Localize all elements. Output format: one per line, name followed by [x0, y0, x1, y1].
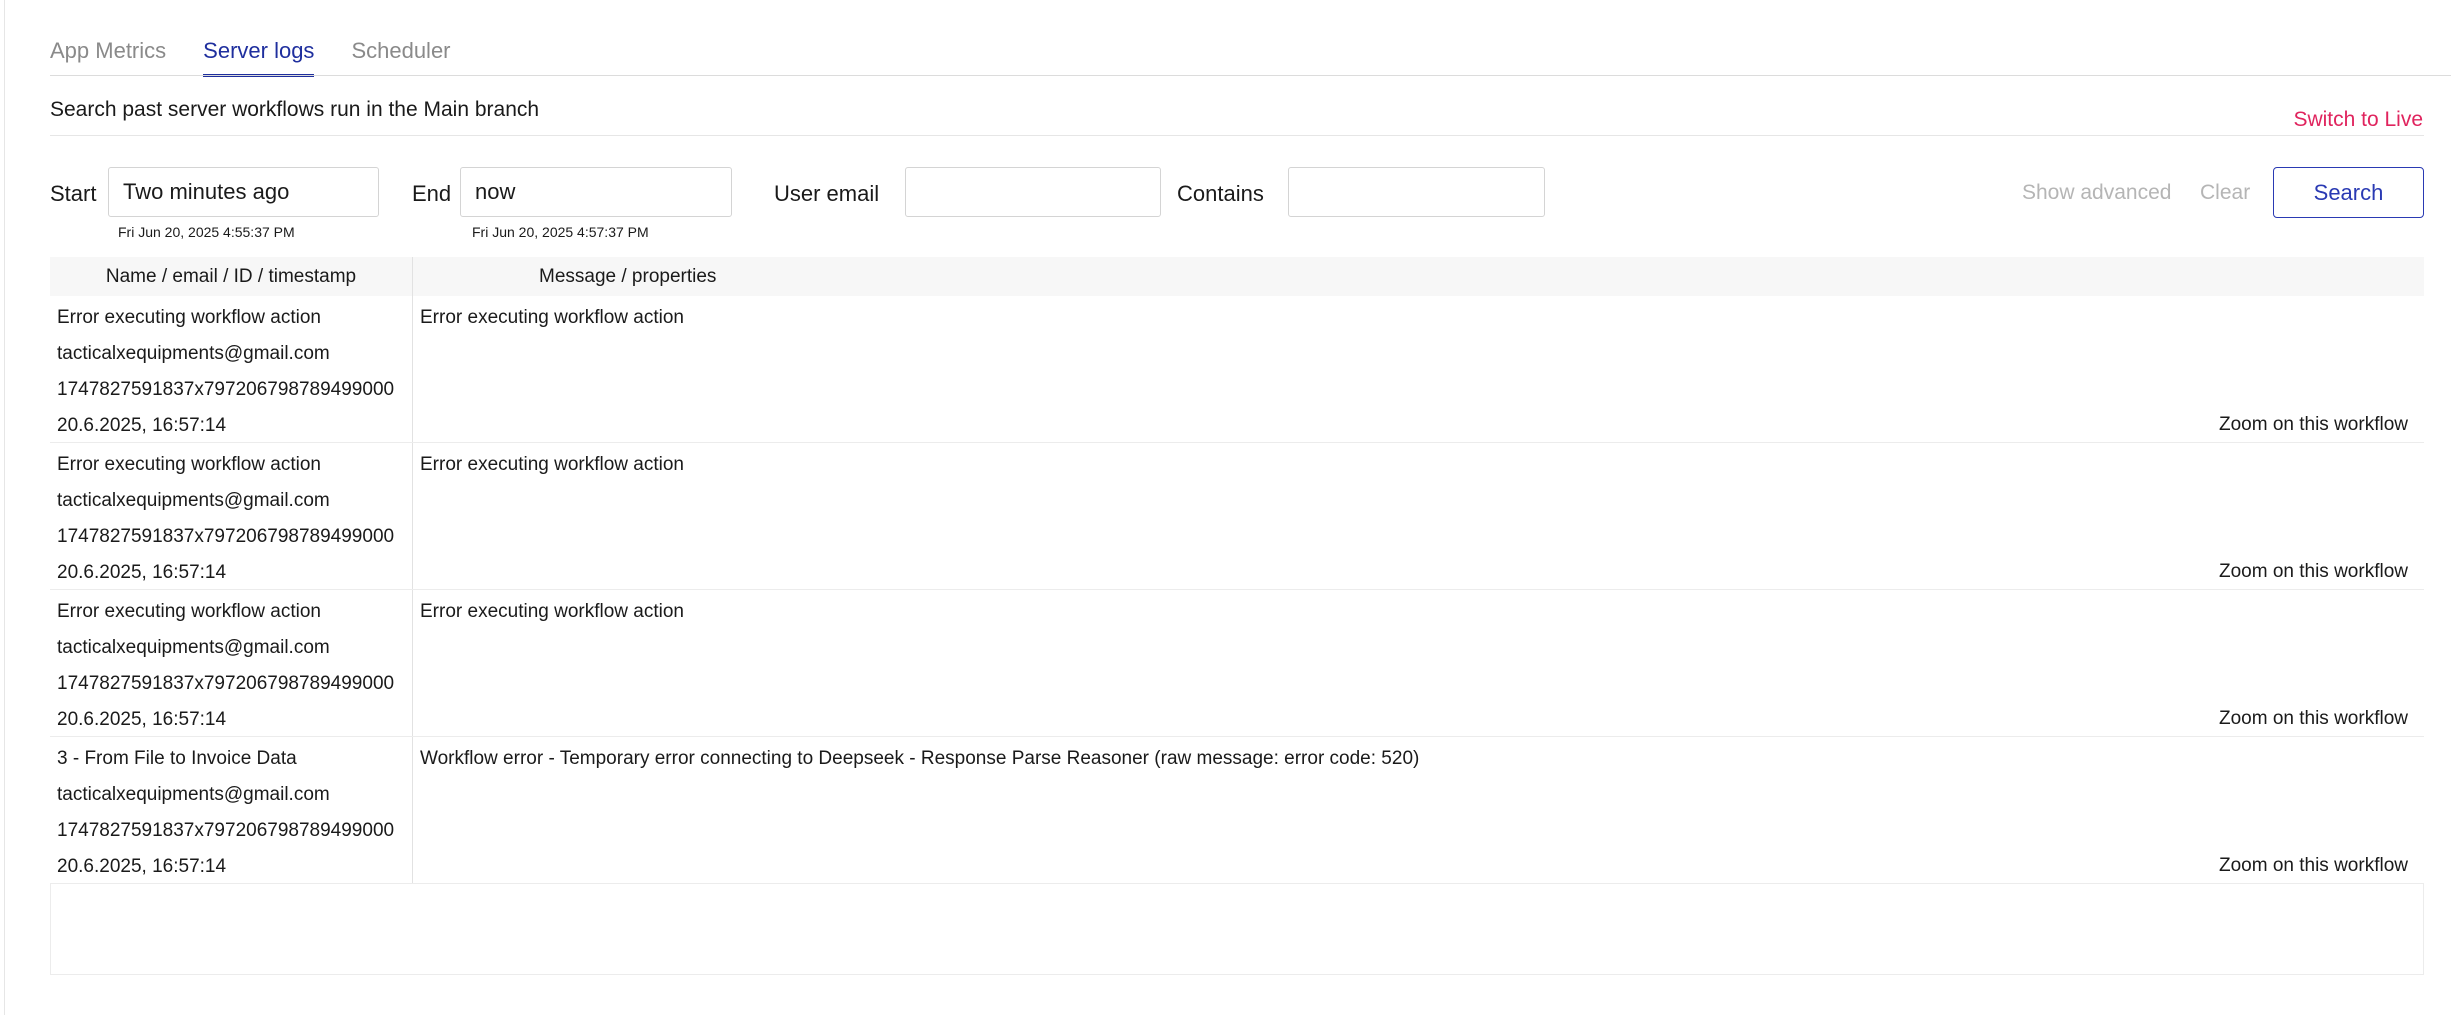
row-timestamp: 20.6.2025, 16:57:14	[57, 856, 227, 877]
tab-scheduler[interactable]: Scheduler	[351, 38, 450, 77]
row-name: Error executing workflow action	[57, 307, 321, 328]
tab-app-metrics[interactable]: App Metrics	[50, 38, 166, 77]
start-input[interactable]	[108, 167, 379, 217]
contains-label: Contains	[1177, 181, 1264, 206]
end-input[interactable]	[460, 167, 732, 217]
row-timestamp: 20.6.2025, 16:57:14	[57, 415, 227, 436]
show-advanced-button[interactable]: Show advanced	[2022, 181, 2171, 205]
clear-button[interactable]: Clear	[2200, 181, 2250, 205]
column-header-name: Name / email / ID / timestamp	[50, 257, 413, 296]
row-email: tacticalxequipments@gmail.com	[57, 784, 330, 805]
user-email-input[interactable]	[905, 167, 1161, 217]
switch-to-live-link[interactable]: Switch to Live	[2293, 108, 2423, 132]
row-email: tacticalxequipments@gmail.com	[57, 490, 330, 511]
row-id: 1747827591837x797206798789499000	[57, 526, 395, 547]
user-email-label: User email	[774, 181, 880, 206]
tab-bar: App Metrics Server logs Scheduler	[50, 38, 451, 77]
row-message: Workflow error - Temporary error connect…	[420, 748, 1420, 769]
row-identity-cell: Error executing workflow action tactical…	[50, 296, 413, 442]
row-identity-cell: Error executing workflow action tactical…	[50, 590, 413, 736]
start-label: Start	[50, 181, 97, 206]
table-row: Error executing workflow action tactical…	[50, 590, 2424, 737]
end-label: End	[412, 181, 452, 206]
row-message: Error executing workflow action	[420, 601, 684, 622]
zoom-workflow-link[interactable]: Zoom on this workflow	[2219, 855, 2408, 877]
tab-server-logs[interactable]: Server logs	[203, 38, 315, 77]
logs-table: Name / email / ID / timestamp Message / …	[50, 257, 2424, 975]
row-id: 1747827591837x797206798789499000	[57, 673, 395, 694]
table-row: Error executing workflow action tactical…	[50, 443, 2424, 590]
row-identity-cell: Error executing workflow action tactical…	[50, 443, 413, 589]
end-date-hint: Fri Jun 20, 2025 4:57:37 PM	[472, 224, 649, 240]
page-subtitle: Search past server workflows run in the …	[50, 98, 540, 121]
row-id: 1747827591837x797206798789499000	[57, 820, 395, 841]
row-id: 1747827591837x797206798789499000	[57, 379, 395, 400]
tabs-divider	[50, 75, 2451, 76]
table-header: Name / email / ID / timestamp Message / …	[50, 257, 2424, 296]
search-button[interactable]: Search	[2273, 167, 2424, 218]
table-row: Error executing workflow action tactical…	[50, 296, 2424, 443]
start-date-hint: Fri Jun 20, 2025 4:55:37 PM	[118, 224, 295, 240]
zoom-workflow-link[interactable]: Zoom on this workflow	[2219, 708, 2408, 730]
column-header-message: Message / properties	[539, 266, 717, 287]
row-name: Error executing workflow action	[57, 601, 321, 622]
row-identity-cell: 3 - From File to Invoice Data tacticalxe…	[50, 737, 413, 883]
row-timestamp: 20.6.2025, 16:57:14	[57, 562, 227, 583]
row-name: Error executing workflow action	[57, 454, 321, 475]
row-email: tacticalxequipments@gmail.com	[57, 637, 330, 658]
row-name: 3 - From File to Invoice Data	[57, 748, 297, 769]
row-message: Error executing workflow action	[420, 454, 684, 475]
row-timestamp: 20.6.2025, 16:57:14	[57, 709, 227, 730]
zoom-workflow-link[interactable]: Zoom on this workflow	[2219, 414, 2408, 436]
row-email: tacticalxequipments@gmail.com	[57, 343, 330, 364]
table-empty-area	[50, 884, 2424, 975]
contains-input[interactable]	[1288, 167, 1545, 217]
zoom-workflow-link[interactable]: Zoom on this workflow	[2219, 561, 2408, 583]
subtitle-divider	[50, 135, 2424, 136]
left-border	[4, 0, 5, 1015]
table-row: 3 - From File to Invoice Data tacticalxe…	[50, 737, 2424, 884]
row-message: Error executing workflow action	[420, 307, 684, 328]
